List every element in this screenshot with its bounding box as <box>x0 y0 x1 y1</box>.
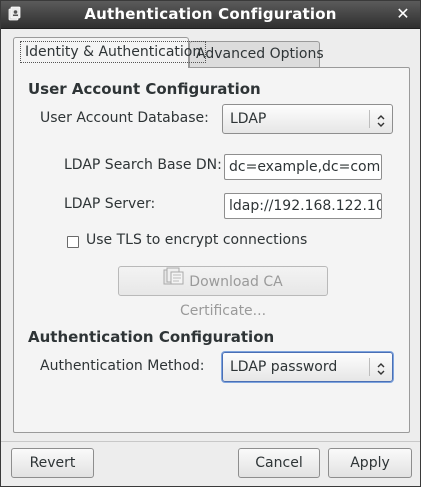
tab-label: Identity & Authentication <box>20 41 207 63</box>
ldap-search-base-field[interactable]: dc=example,dc=com <box>224 154 382 180</box>
updown-arrows-icon <box>375 111 387 127</box>
ldap-server-label: LDAP Server: <box>64 196 156 212</box>
apply-button[interactable]: Apply <box>328 448 412 478</box>
title-bar[interactable]: Authentication Configuration ✕ <box>1 1 420 29</box>
tab-advanced-options[interactable]: Advanced Options <box>189 41 324 67</box>
tab-label: Advanced Options <box>196 46 324 62</box>
combo-value: LDAP password <box>230 359 338 375</box>
authentication-method-label: Authentication Method: <box>40 358 205 374</box>
combo-separator <box>369 110 370 128</box>
tab-identity-authentication[interactable]: Identity & Authentication <box>13 37 207 68</box>
auth-config-heading: Authentication Configuration <box>28 328 275 346</box>
updown-arrows-icon <box>375 359 387 375</box>
combo-value: LDAP <box>230 111 267 127</box>
user-account-heading: User Account Configuration <box>28 80 261 98</box>
ldap-search-base-label: LDAP Search Base DN: <box>64 157 222 173</box>
use-tls-checkbox[interactable] <box>67 236 79 248</box>
download-ca-certificate-button[interactable]: Download CA Certificate... <box>118 266 328 319</box>
use-tls-label: Use TLS to encrypt connections <box>86 232 308 248</box>
window-title: Authentication Configuration <box>84 5 337 23</box>
cancel-button[interactable]: Cancel <box>238 448 320 478</box>
revert-button[interactable]: Revert <box>11 448 94 478</box>
close-icon[interactable]: ✕ <box>394 5 412 23</box>
ldap-server-field[interactable]: ldap://192.168.122.10/ <box>224 193 382 219</box>
footer-separator <box>1 441 420 442</box>
auth-config-window: Authentication Configuration ✕ Identity … <box>0 0 421 487</box>
combo-separator <box>369 358 370 376</box>
user-account-database-combo[interactable]: LDAP <box>222 104 393 134</box>
authentication-method-combo[interactable]: LDAP password <box>222 352 393 382</box>
user-account-database-label: User Account Database: <box>40 110 209 126</box>
certificate-icon <box>163 267 185 297</box>
